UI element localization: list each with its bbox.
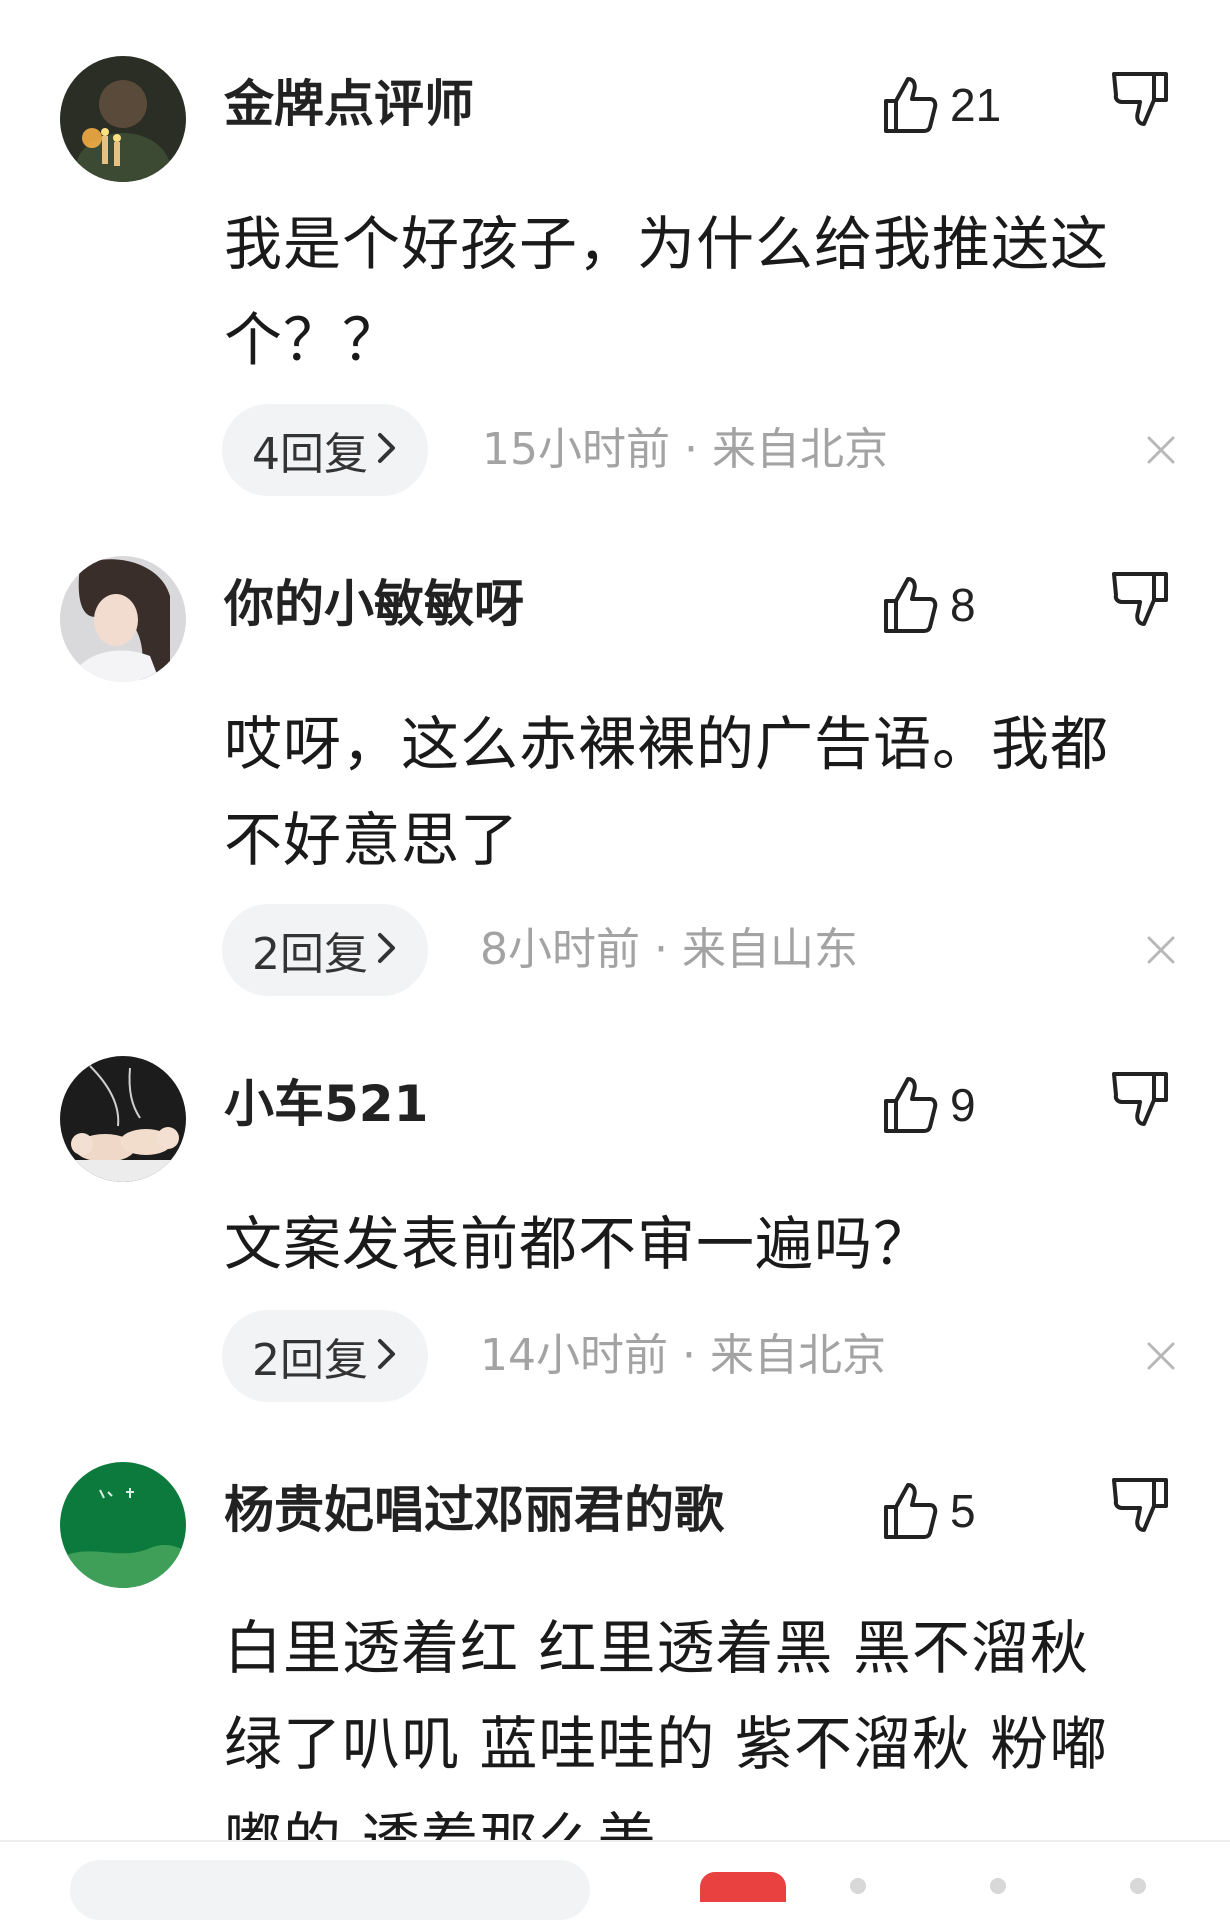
close-icon[interactable] <box>1145 1340 1177 1372</box>
toolbar-dot-icon[interactable] <box>850 1878 866 1894</box>
thumbs-up-icon <box>882 575 938 635</box>
like-button[interactable]: 5 <box>882 1476 976 1546</box>
close-icon[interactable] <box>1145 934 1177 966</box>
dislike-button[interactable] <box>1110 70 1176 140</box>
reply-label: 2回复 <box>252 1335 368 1386</box>
dislike-button[interactable] <box>1110 1476 1176 1546</box>
comment-text-line: 绿了叭叽 蓝哇哇的 紫不溜秋 粉嘟 <box>224 1710 1109 1778</box>
comment-text: 哎呀，这么赤裸裸的广告语。我都 不好意思了 <box>224 696 1184 888</box>
reply-label: 2回复 <box>252 929 368 980</box>
comment-meta: 8小时前 · 来自山东 <box>480 924 858 975</box>
thumbs-down-icon <box>1110 1070 1176 1130</box>
chevron-right-icon <box>376 425 398 476</box>
like-count: 5 <box>950 1485 976 1537</box>
like-button[interactable]: 8 <box>882 570 976 640</box>
comment-text: 我是个好孩子，为什么给我推送这 个？？ <box>224 196 1184 388</box>
chevron-right-icon <box>376 925 398 976</box>
comment-text: 白里透着红 红里透着黑 黑不溜秋 绿了叭叽 蓝哇哇的 紫不溜秋 粉嘟 嘟的 透着… <box>224 1600 1184 1840</box>
comment-text-line: 不好意思了 <box>224 806 520 874</box>
username[interactable]: 杨贵妃唱过邓丽君的歌 <box>224 1480 724 1540</box>
comment-text-line: 文案发表前都不审一遍吗？ <box>224 1210 933 1278</box>
reply-label: 4回复 <box>252 429 368 480</box>
user-avatar[interactable] <box>60 56 186 182</box>
chevron-right-icon <box>376 1331 398 1382</box>
thumbs-down-icon <box>1110 70 1176 130</box>
comment-text-line: 嘟的 透着那么美 <box>224 1806 657 1840</box>
thumbs-up-icon <box>882 1075 938 1135</box>
username[interactable]: 金牌点评师 <box>224 74 474 134</box>
like-button[interactable]: 9 <box>882 1070 976 1140</box>
user-avatar[interactable] <box>60 1462 186 1588</box>
bottom-bar <box>0 1840 1230 1920</box>
like-count: 21 <box>950 79 1002 131</box>
comment-text-line: 白里透着红 红里透着黑 黑不溜秋 <box>224 1614 1089 1682</box>
like-count: 9 <box>950 1079 976 1131</box>
thumbs-down-icon <box>1110 570 1176 630</box>
comment-input[interactable] <box>70 1860 590 1920</box>
user-avatar[interactable] <box>60 1056 186 1182</box>
thumbs-up-icon <box>882 1481 938 1541</box>
toolbar-dot-icon[interactable] <box>990 1878 1006 1894</box>
like-button[interactable]: 21 <box>882 70 1001 140</box>
comment-text: 文案发表前都不审一遍吗？ <box>224 1196 1184 1292</box>
dislike-button[interactable] <box>1110 1070 1176 1140</box>
thumbs-up-icon <box>882 75 938 135</box>
comment-meta: 14小时前 · 来自北京 <box>480 1330 886 1381</box>
reply-button[interactable]: 4回复 <box>222 404 428 496</box>
thumbs-down-icon <box>1110 1476 1176 1536</box>
comment-text-line: 我是个好孩子，为什么给我推送这 <box>224 210 1110 278</box>
reply-button[interactable]: 2回复 <box>222 1310 428 1402</box>
like-count: 8 <box>950 579 976 631</box>
dislike-button[interactable] <box>1110 570 1176 640</box>
close-icon[interactable] <box>1145 434 1177 466</box>
comment-text-line: 个？？ <box>224 306 402 374</box>
comment-meta: 15小时前 · 来自北京 <box>482 424 888 475</box>
username[interactable]: 小车521 <box>224 1074 428 1134</box>
badge-icon[interactable] <box>700 1872 786 1902</box>
comment-text-line: 哎呀，这么赤裸裸的广告语。我都 <box>224 710 1110 778</box>
username[interactable]: 你的小敏敏呀 <box>224 574 524 634</box>
user-avatar[interactable] <box>60 556 186 682</box>
toolbar-dot-icon[interactable] <box>1130 1878 1146 1894</box>
reply-button[interactable]: 2回复 <box>222 904 428 996</box>
